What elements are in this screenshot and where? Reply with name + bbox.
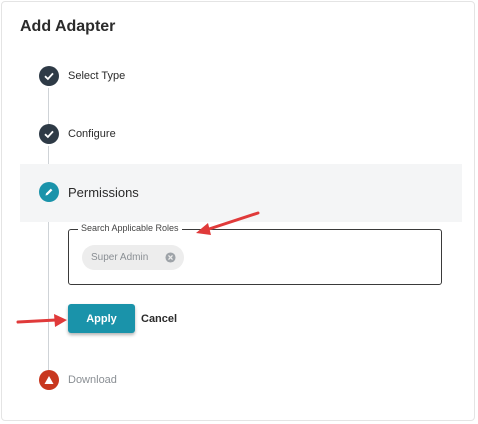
step-configure[interactable]: Configure <box>2 112 462 156</box>
role-chip: Super Admin <box>82 245 184 270</box>
apply-button[interactable]: Apply <box>68 304 135 333</box>
annotation-arrow-icon <box>196 211 260 235</box>
check-icon <box>39 66 59 86</box>
stepper-rail <box>48 202 49 370</box>
step-download[interactable]: Download <box>2 358 462 402</box>
dialog-title: Add Adapter <box>20 18 116 35</box>
step-label: Configure <box>68 128 116 140</box>
annotation-arrow-icon <box>16 314 67 327</box>
check-icon <box>39 124 59 144</box>
remove-chip-icon[interactable] <box>165 252 176 263</box>
step-label: Download <box>68 374 117 386</box>
step-label: Select Type <box>68 70 126 82</box>
step-label: Permissions <box>68 184 139 200</box>
warning-icon <box>39 370 59 390</box>
step-select-type[interactable]: Select Type <box>2 54 462 98</box>
search-roles-label: Search Applicable Roles <box>78 223 182 233</box>
cancel-button[interactable]: Cancel <box>141 304 177 333</box>
pencil-icon <box>39 182 59 202</box>
chip-label: Super Admin <box>91 252 149 263</box>
